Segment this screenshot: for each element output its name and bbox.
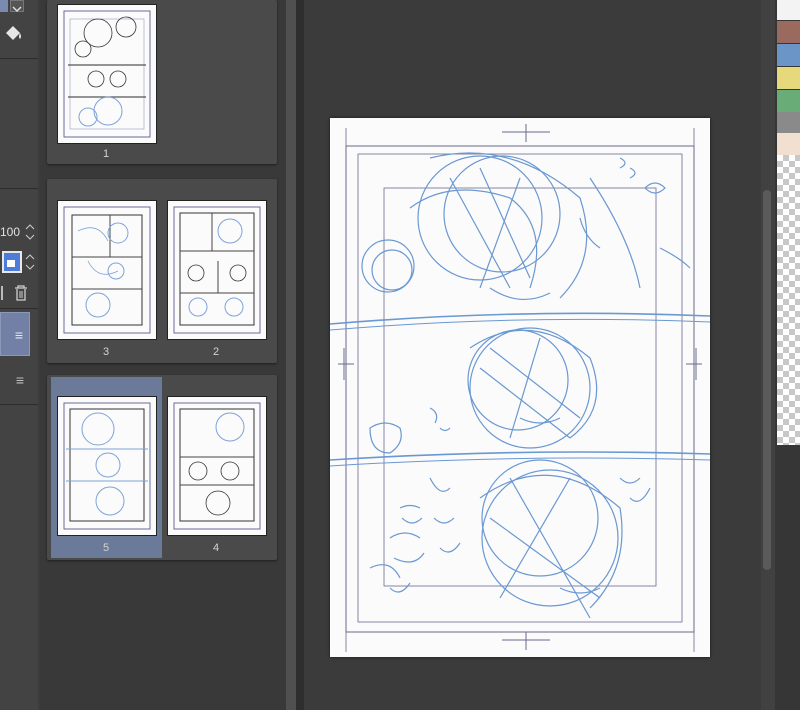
color-swatch[interactable] bbox=[777, 133, 800, 155]
chevron-down-icon bbox=[12, 6, 22, 13]
scrollbar-thumb[interactable] bbox=[763, 190, 771, 570]
stepper-icon[interactable] bbox=[24, 222, 36, 242]
page-number: 3 bbox=[102, 346, 110, 358]
hamburger-icon[interactable]: ≡ bbox=[15, 327, 23, 343]
page-thumbnail-2[interactable] bbox=[167, 200, 267, 340]
color-swatch[interactable] bbox=[777, 90, 800, 112]
trash-icon[interactable] bbox=[12, 284, 30, 302]
stepper-icon[interactable] bbox=[24, 252, 36, 272]
layer-panel-edge: 100 ≡ ≡ bbox=[0, 0, 38, 710]
fill-bucket-icon[interactable] bbox=[2, 22, 24, 44]
dropdown-button[interactable] bbox=[10, 0, 24, 13]
page-thumbnail-4[interactable] bbox=[167, 396, 267, 536]
opacity-value[interactable]: 100 bbox=[0, 225, 20, 239]
color-swatch[interactable] bbox=[777, 67, 800, 89]
color-chip[interactable] bbox=[0, 0, 8, 12]
page-sketch bbox=[63, 402, 151, 530]
hamburger-icon[interactable]: ≡ bbox=[16, 372, 24, 388]
page-sketch bbox=[63, 206, 151, 334]
page-thumbnail-5[interactable] bbox=[57, 396, 157, 536]
page-number: 2 bbox=[212, 346, 220, 358]
page-manager-panel: 1 3 2 5 4 bbox=[40, 0, 286, 710]
panel-divider[interactable] bbox=[286, 0, 296, 710]
manga-page-canvas[interactable] bbox=[329, 118, 711, 657]
color-swatch[interactable] bbox=[777, 44, 800, 66]
page-sketch bbox=[173, 402, 261, 530]
layer-color-button[interactable] bbox=[2, 251, 22, 273]
color-swatch[interactable] bbox=[777, 21, 800, 43]
panel-divider bbox=[296, 0, 304, 710]
page-sketch bbox=[63, 10, 151, 138]
page-number: 4 bbox=[212, 542, 220, 554]
page-thumbnail-1[interactable] bbox=[57, 4, 157, 144]
color-swatch-white[interactable] bbox=[777, 0, 800, 20]
sketch-drawing bbox=[329, 124, 711, 652]
layer-row-selected[interactable]: ≡ bbox=[0, 312, 30, 356]
page-number: 5 bbox=[102, 542, 110, 554]
color-swatch[interactable] bbox=[777, 112, 800, 134]
page-number: 1 bbox=[102, 148, 110, 160]
layer-row[interactable]: ≡ bbox=[0, 358, 30, 402]
divider-icon bbox=[1, 286, 3, 300]
page-sketch bbox=[173, 206, 261, 334]
transparent-color-swatch[interactable] bbox=[777, 155, 800, 445]
page-thumbnail-3[interactable] bbox=[57, 200, 157, 340]
